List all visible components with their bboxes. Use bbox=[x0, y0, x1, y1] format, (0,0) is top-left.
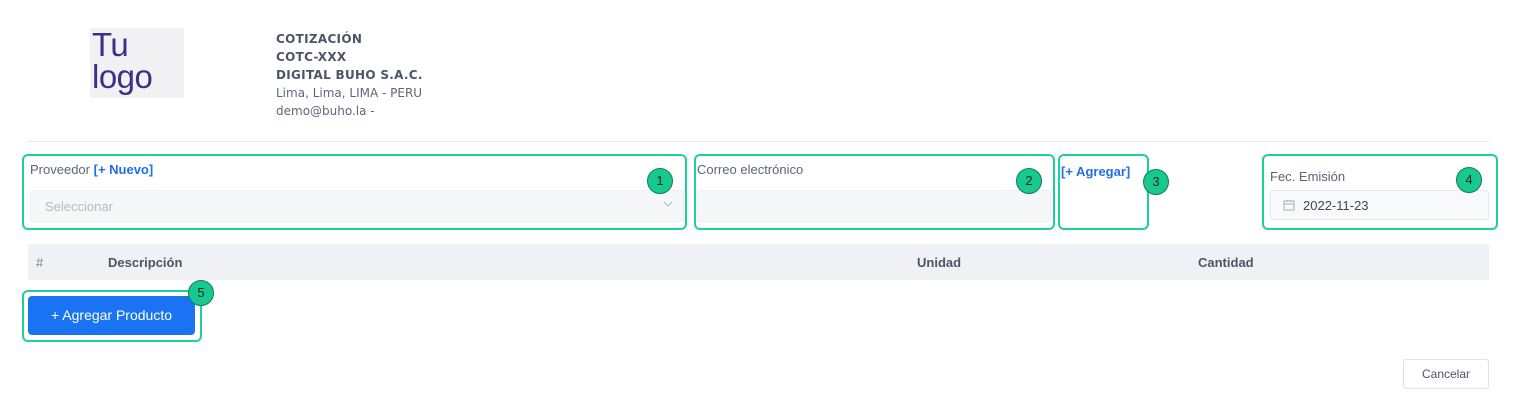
company-email: demo@buho.la - bbox=[276, 104, 375, 118]
supplier-placeholder: Seleccionar bbox=[45, 199, 113, 214]
items-table-header: # Descripción Unidad Cantidad bbox=[28, 244, 1489, 280]
add-email-row: [+ Agregar] bbox=[1061, 164, 1130, 179]
logo-line-1: Tu bbox=[92, 26, 129, 63]
annotation-badge-5: 5 bbox=[188, 280, 214, 306]
annotation-badge-4: 4 bbox=[1456, 167, 1482, 193]
header-divider bbox=[28, 141, 1489, 142]
annotation-badge-1: 1 bbox=[647, 168, 673, 194]
logo-line-2: logo bbox=[92, 58, 153, 95]
column-header-unit: Unidad bbox=[917, 255, 962, 270]
cancel-button[interactable]: Cancelar bbox=[1403, 359, 1489, 389]
supplier-label-row: Proveedor [+ Nuevo] bbox=[30, 162, 153, 177]
issue-date-value: 2022-11-23 bbox=[1303, 198, 1369, 213]
email-label: Correo electrónico bbox=[697, 162, 804, 177]
supplier-label: Proveedor bbox=[30, 162, 90, 177]
issue-date-label: Fec. Emisión bbox=[1270, 169, 1346, 184]
chevron-down-icon bbox=[663, 201, 673, 207]
column-header-quantity: Cantidad bbox=[1198, 255, 1254, 270]
company-logo: Tu logo bbox=[90, 28, 184, 98]
column-header-number: # bbox=[36, 255, 44, 270]
supplier-new-link[interactable]: [+ Nuevo] bbox=[94, 162, 154, 177]
document-number: COTC-XXX bbox=[276, 50, 347, 64]
annotation-badge-3: 3 bbox=[1143, 169, 1169, 195]
company-info: COTIZACIÓN COTC-XXX DIGITAL BUHO S.A.C. … bbox=[276, 30, 423, 120]
issue-date-input[interactable]: 2022-11-23 bbox=[1270, 190, 1489, 220]
column-header-description: Descripción bbox=[108, 255, 183, 270]
add-product-button[interactable]: + Agregar Producto bbox=[28, 296, 195, 335]
add-email-link[interactable]: [+ Agregar] bbox=[1061, 164, 1130, 179]
document-type: COTIZACIÓN bbox=[276, 32, 363, 46]
company-name: DIGITAL BUHO S.A.C. bbox=[276, 68, 423, 82]
calendar-icon bbox=[1283, 200, 1295, 211]
email-field[interactable] bbox=[697, 190, 1051, 222]
annotation-badge-2: 2 bbox=[1016, 168, 1042, 194]
company-address: Lima, Lima, LIMA - PERU bbox=[276, 86, 423, 100]
supplier-select[interactable]: Seleccionar bbox=[30, 190, 684, 222]
